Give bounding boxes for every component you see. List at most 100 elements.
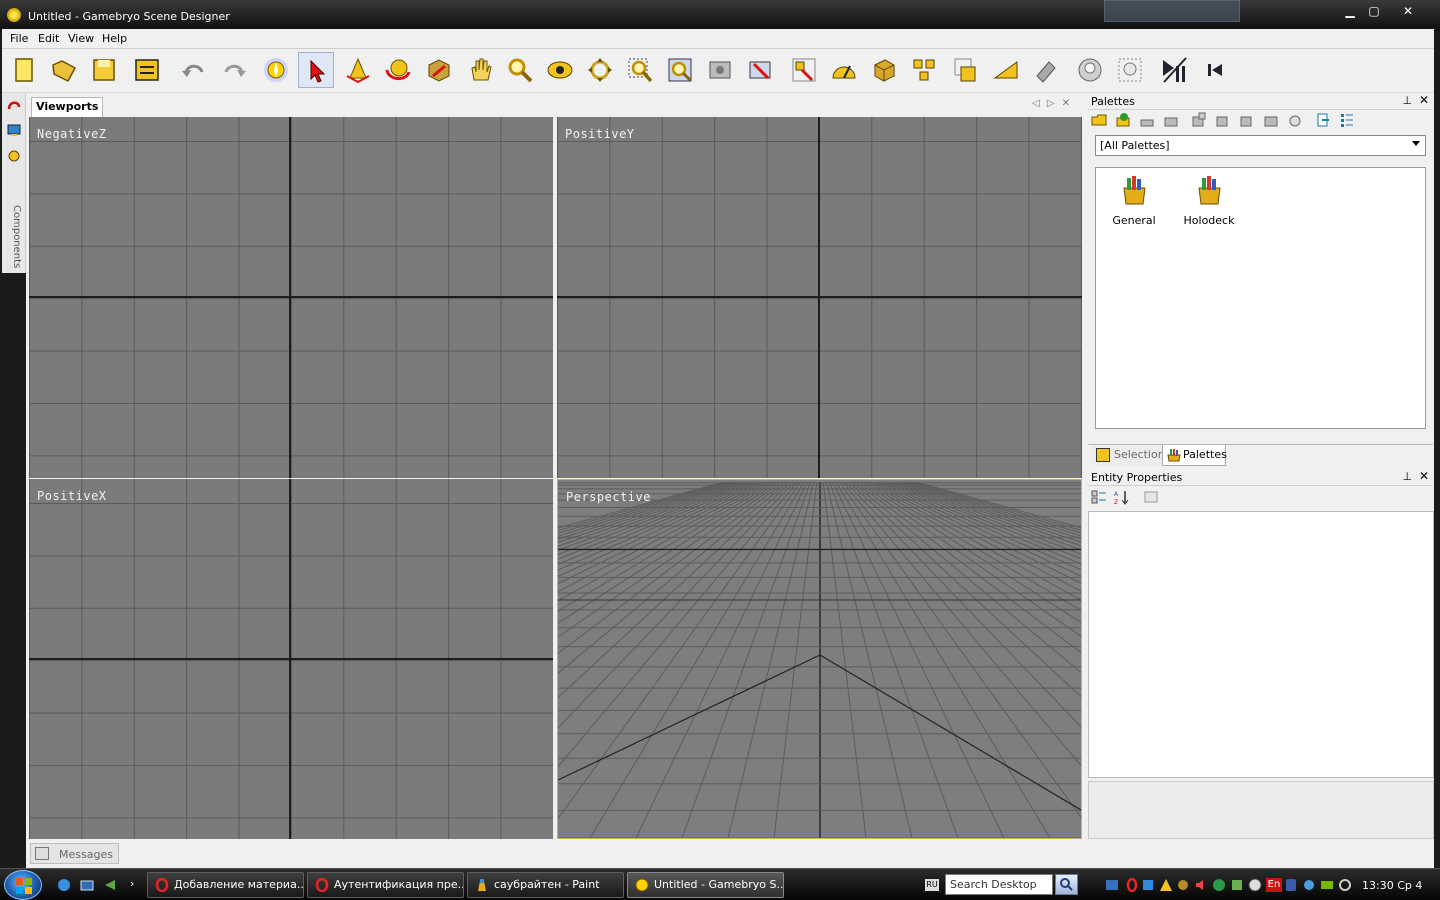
snap-grid-button[interactable] bbox=[786, 52, 822, 88]
palette-icon[interactable] bbox=[1139, 112, 1155, 128]
sort-az-icon[interactable]: AZ bbox=[1113, 489, 1129, 505]
close-icon[interactable]: ✕ bbox=[1419, 93, 1429, 107]
quicklaunch-expand-icon[interactable]: › bbox=[130, 877, 134, 890]
open-button[interactable] bbox=[46, 52, 82, 88]
system-clock[interactable]: 13:30 Ср 4 bbox=[1362, 879, 1422, 892]
palette-item-general[interactable]: General bbox=[1099, 172, 1169, 232]
palette-item-holodeck[interactable]: Holodeck bbox=[1174, 172, 1244, 232]
add-palette-icon[interactable] bbox=[1115, 112, 1131, 128]
menu-file[interactable]: File bbox=[7, 31, 31, 46]
clear-item-icon[interactable] bbox=[1287, 112, 1303, 128]
angle-snap-button[interactable] bbox=[826, 52, 862, 88]
red-arrow-icon[interactable] bbox=[7, 99, 21, 113]
task-button-4[interactable]: Untitled - Gamebryo S... bbox=[627, 872, 784, 898]
tray-facebook-icon[interactable] bbox=[1284, 878, 1298, 892]
light-settings-button[interactable] bbox=[1112, 52, 1148, 88]
minimize-button[interactable]: ▁ bbox=[1338, 2, 1362, 20]
snap-target-button[interactable] bbox=[258, 52, 294, 88]
dolly-button[interactable] bbox=[582, 52, 618, 88]
tab-selection[interactable]: Selection bbox=[1092, 445, 1165, 466]
menu-view[interactable]: View bbox=[65, 31, 97, 46]
tray-app-icon[interactable] bbox=[1141, 878, 1155, 892]
tray-input-language[interactable]: En bbox=[1266, 878, 1282, 892]
viewport-positivex[interactable]: PositiveX bbox=[29, 479, 553, 839]
zoom-extents-button[interactable] bbox=[662, 52, 698, 88]
task-button-1[interactable]: Добавление материа... bbox=[147, 872, 304, 898]
menu-help[interactable]: Help bbox=[99, 31, 130, 46]
list-view-icon[interactable] bbox=[1339, 112, 1355, 128]
task-button-3[interactable]: саубрайтен - Paint bbox=[467, 872, 624, 898]
desktop-icon[interactable] bbox=[57, 878, 71, 892]
save-button[interactable] bbox=[86, 52, 122, 88]
tray-power-icon[interactable] bbox=[1338, 878, 1352, 892]
messages-tab[interactable]: Messages bbox=[30, 843, 119, 864]
tray-network-icon[interactable] bbox=[1105, 878, 1119, 892]
tray-update-icon[interactable] bbox=[1230, 878, 1244, 892]
rotate-button[interactable] bbox=[380, 52, 416, 88]
ramp-button[interactable] bbox=[988, 52, 1024, 88]
add-item-icon[interactable] bbox=[1191, 112, 1207, 128]
components-tab-label[interactable]: Components bbox=[11, 205, 22, 268]
palette-filter-select[interactable]: [All Palettes] bbox=[1095, 135, 1426, 156]
tray-nvidia-icon[interactable] bbox=[1320, 878, 1334, 892]
undo-button[interactable] bbox=[176, 52, 212, 88]
tray-shield-icon[interactable] bbox=[1176, 878, 1190, 892]
monitor-icon[interactable] bbox=[7, 123, 21, 137]
gear-small-icon[interactable] bbox=[7, 149, 21, 163]
tray-icq-icon[interactable] bbox=[1302, 878, 1316, 892]
language-indicator[interactable]: RU bbox=[925, 879, 939, 891]
bounds-button[interactable] bbox=[948, 52, 984, 88]
tray-volume-icon[interactable] bbox=[1194, 878, 1208, 892]
task-button-2[interactable]: Аутентификация пре... bbox=[307, 872, 464, 898]
viewport-positivey[interactable]: PositiveY bbox=[557, 117, 1082, 478]
move-button[interactable] bbox=[340, 52, 376, 88]
viewport-perspective[interactable]: Perspective bbox=[557, 479, 1082, 839]
group-button[interactable] bbox=[906, 52, 942, 88]
tray-warning-icon[interactable] bbox=[1159, 878, 1173, 892]
new-file-button[interactable] bbox=[6, 52, 42, 88]
orbit-button[interactable] bbox=[542, 52, 578, 88]
light-button[interactable] bbox=[1072, 52, 1108, 88]
box-button[interactable] bbox=[866, 52, 902, 88]
layout-button[interactable] bbox=[129, 52, 165, 88]
search-button[interactable] bbox=[1055, 874, 1078, 895]
play-pause-button[interactable] bbox=[1156, 52, 1192, 88]
property-pages-icon[interactable] bbox=[1143, 489, 1159, 505]
redo-button[interactable] bbox=[216, 52, 252, 88]
copy-item-icon[interactable] bbox=[1215, 112, 1231, 128]
close-icon[interactable]: ✕ bbox=[1419, 469, 1429, 483]
tab-close-icon[interactable]: ✕ bbox=[1062, 98, 1070, 109]
camera-view-button[interactable] bbox=[742, 52, 778, 88]
palette-remove-icon[interactable] bbox=[1163, 112, 1179, 128]
pin-icon[interactable]: ⊥ bbox=[1402, 94, 1412, 107]
open-folder-icon[interactable] bbox=[1091, 112, 1107, 128]
tray-globe-icon[interactable] bbox=[1212, 878, 1226, 892]
tab-viewports[interactable]: Viewports bbox=[31, 97, 104, 117]
viewport-negativez[interactable]: NegativeZ bbox=[29, 117, 553, 478]
pan-button[interactable] bbox=[462, 52, 498, 88]
zoom-region-button[interactable] bbox=[622, 52, 658, 88]
tray-clock-sync-icon[interactable] bbox=[1248, 878, 1262, 892]
close-button[interactable]: ✕ bbox=[1386, 2, 1430, 20]
categorized-icon[interactable] bbox=[1091, 489, 1107, 505]
skip-start-button[interactable] bbox=[1196, 52, 1232, 88]
start-button[interactable] bbox=[4, 870, 42, 900]
tab-scroll-left-icon[interactable]: ◁ bbox=[1032, 98, 1040, 109]
export-icon[interactable] bbox=[1315, 112, 1331, 128]
paste-item-icon[interactable] bbox=[1263, 112, 1279, 128]
media-icon[interactable] bbox=[103, 878, 117, 892]
maximize-button[interactable]: ▢ bbox=[1362, 2, 1386, 20]
scale-button[interactable] bbox=[420, 52, 456, 88]
zoom-button[interactable] bbox=[502, 52, 538, 88]
menu-edit[interactable]: Edit bbox=[35, 31, 62, 46]
search-desktop-input[interactable]: Search Desktop bbox=[945, 874, 1053, 895]
gamebryo-app-icon[interactable] bbox=[7, 8, 21, 22]
safe-frame-button[interactable] bbox=[702, 52, 738, 88]
cut-item-icon[interactable] bbox=[1239, 112, 1255, 128]
tray-opera-icon[interactable] bbox=[1125, 878, 1139, 892]
brush-button[interactable] bbox=[1028, 52, 1064, 88]
select-button[interactable] bbox=[298, 52, 334, 88]
window-switch-icon[interactable] bbox=[80, 878, 94, 892]
pin-icon[interactable]: ⊥ bbox=[1402, 470, 1412, 483]
tab-scroll-right-icon[interactable]: ▷ bbox=[1047, 98, 1055, 109]
